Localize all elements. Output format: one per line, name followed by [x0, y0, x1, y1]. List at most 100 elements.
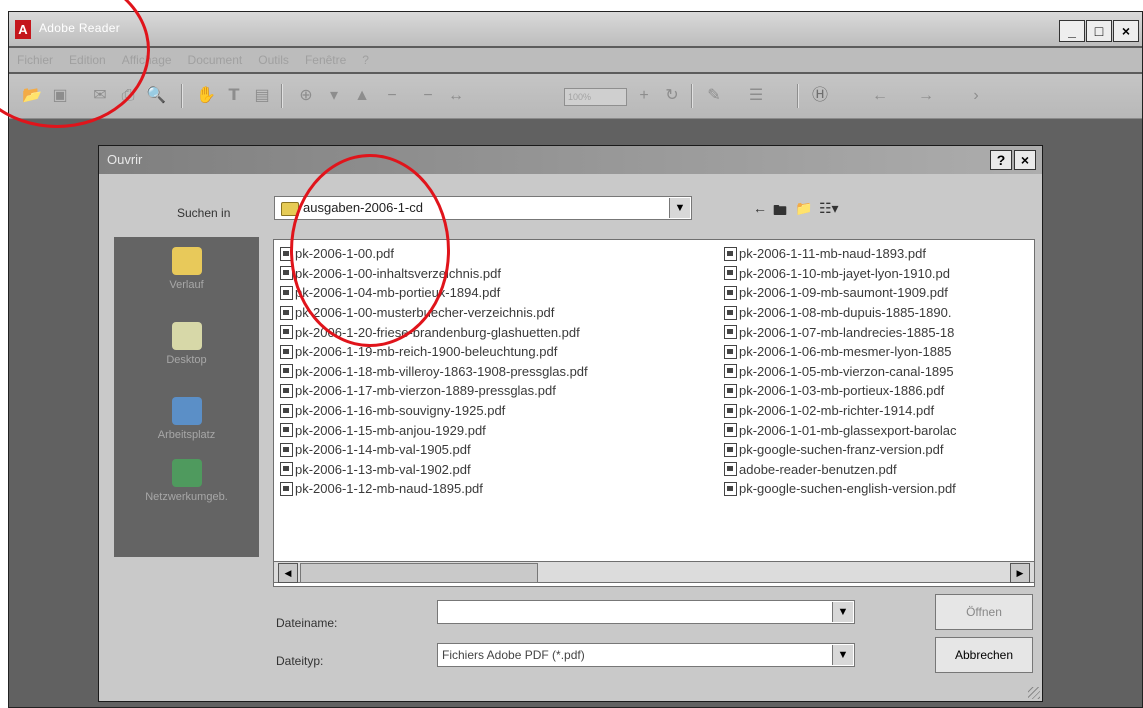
- page-up-icon[interactable]: ▲: [351, 85, 373, 107]
- toolbar-separator: [281, 84, 283, 108]
- dialog-title-bar: Ouvrir ? ×: [99, 146, 1042, 174]
- zoom-in-plus-icon[interactable]: +: [633, 85, 655, 107]
- list-item[interactable]: pk-2006-1-15-mb-anjou-1929.pdf: [280, 420, 588, 440]
- menu-help[interactable]: ?: [362, 53, 369, 67]
- place-network[interactable]: Netzwerkumgeb.: [114, 459, 259, 503]
- file-column-1: pk-2006-1-00.pdf pk-2006-1-00-inhaltsver…: [280, 244, 588, 499]
- page-down-icon[interactable]: −: [417, 85, 439, 107]
- maximize-button[interactable]: □: [1086, 20, 1112, 42]
- save-icon[interactable]: ▣: [49, 85, 71, 107]
- list-item[interactable]: pk-2006-1-06-mb-mesmer-lyon-1885: [724, 342, 957, 362]
- view-menu-icon[interactable]: ☷▾: [819, 200, 839, 217]
- menu-document[interactable]: Document: [188, 53, 243, 67]
- menu-file[interactable]: Fichier: [17, 53, 53, 67]
- chevron-down-icon[interactable]: ▼: [669, 198, 690, 218]
- open-folder-icon[interactable]: 📂: [21, 85, 43, 107]
- menu-tools[interactable]: Outils: [258, 53, 289, 67]
- list-item[interactable]: pk-2006-1-18-mb-villeroy-1863-1908-press…: [280, 362, 588, 382]
- desktop-icon: [171, 322, 202, 350]
- list-item[interactable]: pk-2006-1-09-mb-saumont-1909.pdf: [724, 283, 957, 303]
- pdf-file-icon: [280, 285, 293, 300]
- zoom-in-icon[interactable]: ⊕: [295, 85, 317, 107]
- filename-input[interactable]: ▼: [437, 600, 855, 624]
- list-item[interactable]: pk-2006-1-17-mb-vierzon-1889-pressglas.p…: [280, 381, 588, 401]
- open-button[interactable]: Öffnen: [935, 594, 1033, 630]
- place-label: Netzwerkumgeb.: [145, 491, 228, 503]
- email-icon[interactable]: ✉: [89, 85, 111, 107]
- up-folder-icon[interactable]: 🖿: [773, 200, 787, 224]
- cancel-button[interactable]: Abbrechen: [935, 637, 1033, 673]
- pdf-file-icon: [724, 383, 737, 398]
- scroll-left-icon[interactable]: ◀: [278, 563, 298, 583]
- rotate-icon[interactable]: ↻: [661, 85, 683, 107]
- menu-window[interactable]: Fenêtre: [305, 53, 346, 67]
- pdf-file-icon: [724, 423, 737, 438]
- chevron-down-icon[interactable]: ▼: [832, 602, 853, 622]
- list-item[interactable]: pk-2006-1-16-mb-souvigny-1925.pdf: [280, 401, 588, 421]
- list-item[interactable]: pk-2006-1-14-mb-val-1905.pdf: [280, 440, 588, 460]
- pdf-file-icon: [724, 344, 737, 359]
- list-item[interactable]: pk-2006-1-05-mb-vierzon-canal-1895: [724, 362, 957, 382]
- pdf-file-icon: [724, 403, 737, 418]
- list-item[interactable]: pk-2006-1-00-musterbuecher-verzeichnis.p…: [280, 303, 588, 323]
- print-icon[interactable]: ⎙: [117, 85, 139, 107]
- list-item[interactable]: adobe-reader-benutzen.pdf: [724, 460, 957, 480]
- list-item[interactable]: pk-2006-1-00.pdf: [280, 244, 588, 264]
- list-item[interactable]: pk-2006-1-04-mb-portieux-1894.pdf: [280, 283, 588, 303]
- place-desktop[interactable]: Desktop: [114, 322, 259, 366]
- list-item[interactable]: pk-2006-1-12-mb-naud-1895.pdf: [280, 479, 588, 499]
- comment-icon[interactable]: ✎: [703, 85, 725, 107]
- list-item[interactable]: pk-2006-1-13-mb-val-1902.pdf: [280, 460, 588, 480]
- pdf-file-icon: [280, 344, 293, 359]
- close-button[interactable]: ×: [1113, 20, 1139, 42]
- list-item[interactable]: pk-2006-1-07-mb-landrecies-1885-18: [724, 322, 957, 342]
- list-item[interactable]: pk-2006-1-19-mb-reich-1900-beleuchtung.p…: [280, 342, 588, 362]
- list-item[interactable]: pk-2006-1-20-friese-brandenburg-glashuet…: [280, 322, 588, 342]
- zoom-out-icon[interactable]: −: [381, 85, 403, 107]
- dialog-help-button[interactable]: ?: [990, 150, 1012, 170]
- scrollbar-thumb[interactable]: [300, 563, 538, 583]
- filetype-dropdown[interactable]: Fichiers Adobe PDF (*.pdf) ▼: [437, 643, 855, 667]
- list-item[interactable]: pk-2006-1-03-mb-portieux-1886.pdf: [724, 381, 957, 401]
- forward-icon[interactable]: →: [915, 85, 937, 107]
- snapshot-icon[interactable]: ▤: [251, 85, 273, 107]
- back-arrow-icon[interactable]: ←: [753, 200, 767, 216]
- zoom-field[interactable]: 100%: [564, 88, 627, 106]
- list-item[interactable]: pk-2006-1-11-mb-naud-1893.pdf: [724, 244, 957, 264]
- list-item[interactable]: pk-google-suchen-franz-version.pdf: [724, 440, 957, 460]
- menu-view[interactable]: Affichage: [122, 53, 172, 67]
- select-text-icon[interactable]: 𝗧: [223, 85, 245, 107]
- list-item[interactable]: pk-google-suchen-english-version.pdf: [724, 479, 957, 499]
- pdf-file-icon: [280, 305, 293, 320]
- hand-tool-icon[interactable]: ✋: [195, 85, 217, 107]
- toolbar-separator: [181, 84, 183, 108]
- pdf-file-icon: [280, 442, 293, 457]
- look-in-dropdown[interactable]: ausgaben-2006-1-cd ▼: [274, 196, 692, 220]
- new-folder-icon[interactable]: 📁: [795, 200, 812, 217]
- place-my-computer[interactable]: Arbeitsplatz: [114, 397, 259, 441]
- binoculars-search-icon[interactable]: 🔍: [145, 85, 167, 107]
- review-icon[interactable]: ☰: [745, 85, 767, 107]
- horizontal-scrollbar[interactable]: ◀ ▶: [273, 561, 1035, 583]
- fit-width-icon[interactable]: ↔: [445, 85, 467, 107]
- back-icon[interactable]: ←: [869, 85, 891, 107]
- list-item[interactable]: pk-2006-1-02-mb-richter-1914.pdf: [724, 401, 957, 421]
- dialog-close-button[interactable]: ×: [1014, 150, 1036, 170]
- help-icon[interactable]: Ⓗ: [809, 85, 831, 107]
- scroll-right-icon[interactable]: ▶: [1010, 563, 1030, 583]
- list-item[interactable]: pk-2006-1-00-inhaltsverzeichnis.pdf: [280, 264, 588, 284]
- next-view-icon[interactable]: ›: [965, 85, 987, 107]
- list-item[interactable]: pk-2006-1-10-mb-jayet-lyon-1910.pd: [724, 264, 957, 284]
- list-item[interactable]: pk-2006-1-01-mb-glassexport-barolac: [724, 420, 957, 440]
- place-history[interactable]: Verlauf: [114, 247, 259, 291]
- filetype-label: Dateityp:: [276, 654, 324, 668]
- resize-grip-icon[interactable]: [1028, 687, 1040, 699]
- pdf-file-icon: [724, 462, 737, 477]
- chevron-down-icon[interactable]: ▼: [832, 645, 853, 665]
- list-item[interactable]: pk-2006-1-08-mb-dupuis-1885-1890.: [724, 303, 957, 323]
- menu-edit[interactable]: Edition: [69, 53, 106, 67]
- pdf-file-icon: [280, 481, 293, 496]
- minimize-button[interactable]: _: [1059, 20, 1085, 42]
- dropdown-arrow-icon[interactable]: ▾: [323, 85, 345, 107]
- pdf-file-icon: [724, 246, 737, 261]
